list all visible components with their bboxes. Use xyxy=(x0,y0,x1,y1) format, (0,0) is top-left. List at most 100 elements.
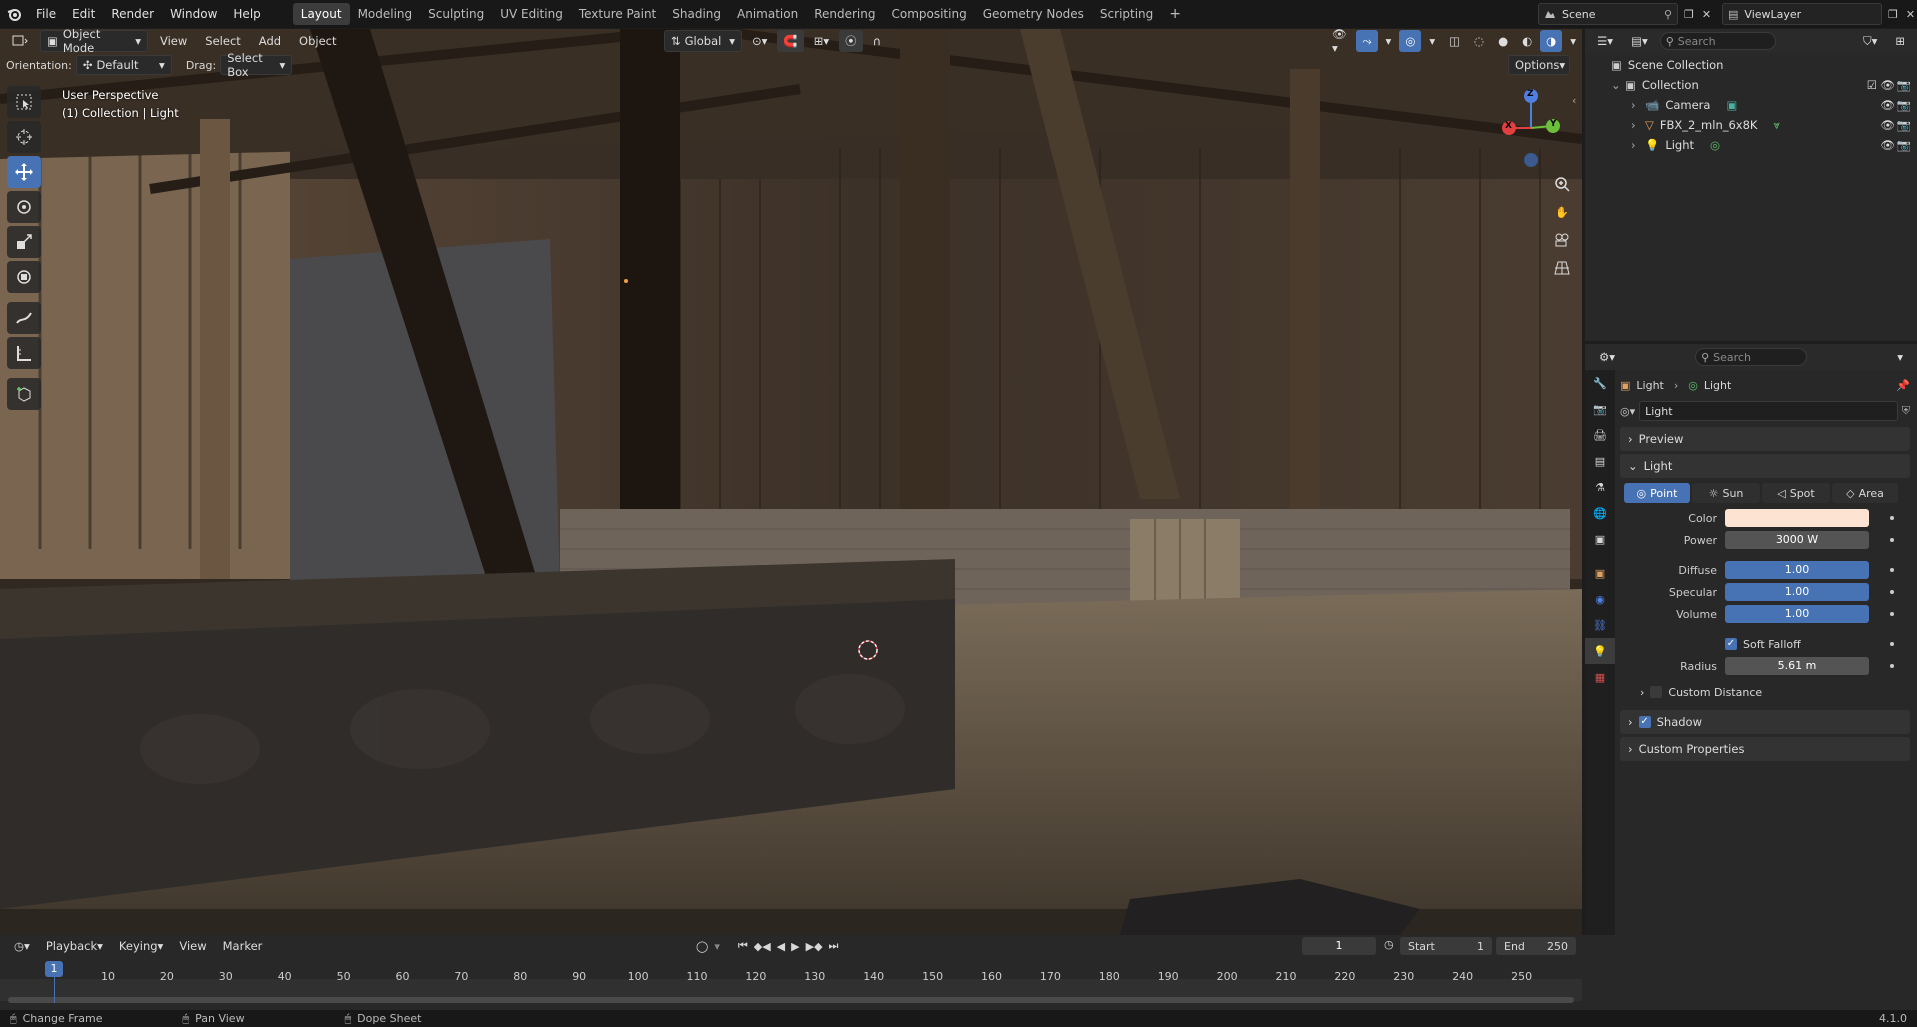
scale-tool[interactable] xyxy=(7,226,41,258)
auto-keying-icon[interactable]: ◯ xyxy=(696,940,708,953)
shading-dropdown-icon[interactable]: ▾ xyxy=(1564,30,1582,52)
menu-edit[interactable]: Edit xyxy=(64,0,103,28)
transform-tool[interactable] xyxy=(7,261,41,293)
custom-distance-subpanel[interactable]: › Custom Distance xyxy=(1620,677,1910,707)
playback-menu[interactable]: Playback ▾ xyxy=(40,935,109,957)
menu-select[interactable]: Select xyxy=(199,30,246,52)
timeline-view-menu[interactable]: View xyxy=(173,935,212,957)
marker-menu[interactable]: Marker xyxy=(217,935,269,957)
world-tab-icon[interactable]: 🌐 xyxy=(1585,500,1615,526)
pan-hand-icon[interactable]: ✋ xyxy=(1548,198,1576,226)
outliner-editor-type-icon[interactable]: ☰▾ xyxy=(1591,30,1619,52)
solid-shading-icon[interactable]: ● xyxy=(1492,30,1514,52)
outliner-search-input[interactable]: ⚲ Search xyxy=(1659,32,1776,50)
keyframe-dot-icon[interactable] xyxy=(1890,538,1894,542)
radius-field[interactable]: 5.61 m xyxy=(1725,657,1869,675)
light-panel-header[interactable]: ⌄ Light xyxy=(1620,454,1910,478)
chevron-down-icon[interactable]: ▾ xyxy=(714,940,720,953)
display-mode-icon[interactable]: ▤▾ xyxy=(1625,30,1654,52)
light-datablock-icon[interactable]: ◎▾ xyxy=(1620,405,1635,418)
light-type-area[interactable]: ◇ Area xyxy=(1832,483,1898,503)
move-tool[interactable] xyxy=(7,156,41,188)
power-field[interactable]: 3000 W xyxy=(1725,531,1869,549)
soft-falloff-checkbox[interactable]: ✓ xyxy=(1725,638,1737,650)
add-cube-tool[interactable] xyxy=(7,378,41,410)
playhead-marker[interactable]: 1 xyxy=(45,961,63,977)
proportional-editing-icon[interactable]: ⦿ xyxy=(839,30,863,52)
3d-viewport[interactable] xyxy=(0,29,1582,935)
keying-menu[interactable]: Keying ▾ xyxy=(113,935,169,957)
tab-geometry-nodes[interactable]: Geometry Nodes xyxy=(975,3,1092,25)
menu-object[interactable]: Object xyxy=(293,30,342,52)
menu-view[interactable]: View xyxy=(154,30,193,52)
new-scene-icon[interactable]: ❐ xyxy=(1684,8,1694,21)
perspective-toggle-icon[interactable] xyxy=(1548,254,1576,282)
filter-icon[interactable]: ⛉▾ xyxy=(1857,30,1883,52)
shadow-checkbox[interactable]: ✓ xyxy=(1638,716,1651,728)
timeline-scrollbar[interactable] xyxy=(8,997,1574,1003)
play-icon[interactable]: ▶ xyxy=(791,940,799,953)
sidebar-toggle-icon[interactable]: ‹ xyxy=(1572,94,1576,107)
tab-uv-editing[interactable]: UV Editing xyxy=(492,3,571,25)
custom-distance-checkbox[interactable] xyxy=(1650,686,1663,698)
add-workspace-button[interactable]: + xyxy=(1161,3,1189,25)
measure-tool[interactable] xyxy=(7,337,41,369)
visibility-icon[interactable]: 👁▾ xyxy=(1326,27,1354,55)
rendered-shading-icon[interactable]: ◑ xyxy=(1540,30,1563,52)
outliner-item-camera[interactable]: › 📹 Camera ▣ 👁 📷 xyxy=(1585,95,1917,115)
select-box-tool[interactable] xyxy=(7,86,41,118)
collection-tab-icon[interactable]: ▣ xyxy=(1585,526,1615,552)
menu-file[interactable]: File xyxy=(28,0,64,28)
blender-logo-icon[interactable] xyxy=(0,0,28,28)
timeline-editor-type-icon[interactable]: ◷▾ xyxy=(8,935,36,957)
keyframe-dot-icon[interactable] xyxy=(1890,590,1894,594)
scene-selector[interactable]: Scene ⚲ ❐ ✕ xyxy=(1538,3,1711,25)
light-type-spot[interactable]: ◁ Spot xyxy=(1762,483,1830,503)
properties-editor-type-icon[interactable]: ⚙▾ xyxy=(1593,346,1621,368)
keyframe-dot-icon[interactable] xyxy=(1890,516,1894,520)
drag-dropdown[interactable]: Select Box ▾ xyxy=(220,51,293,79)
chevron-down-icon[interactable]: ▾ xyxy=(1891,346,1909,368)
specular-slider[interactable]: 1.00 xyxy=(1725,583,1869,601)
color-swatch[interactable] xyxy=(1725,509,1869,527)
output-tab-icon[interactable]: 🖨 xyxy=(1585,422,1615,448)
play-reverse-icon[interactable]: ◀ xyxy=(777,940,785,953)
outliner-item-light[interactable]: › 💡 Light ◎ 👁 📷 xyxy=(1585,135,1917,155)
view-layer-selector[interactable]: ▤ ViewLayer ❐ ✕ xyxy=(1722,3,1915,25)
snap-icon[interactable]: 🧲 xyxy=(777,30,804,52)
transform-orientation-dropdown[interactable]: ⇅ Global ▾ xyxy=(664,30,742,52)
eye-icon[interactable]: 👁 xyxy=(1880,78,1895,92)
render-tab-icon[interactable]: 📷 xyxy=(1585,396,1615,422)
diffuse-slider[interactable]: 1.00 xyxy=(1725,561,1869,579)
outliner-scene-collection[interactable]: ▣ Scene Collection xyxy=(1585,55,1917,75)
tab-modeling[interactable]: Modeling xyxy=(350,3,421,25)
prev-keyframe-icon[interactable]: ◆◀ xyxy=(754,940,771,953)
navigation-gizmo[interactable]: Z X Y xyxy=(1494,84,1564,174)
tab-texture-paint[interactable]: Texture Paint xyxy=(571,3,664,25)
zoom-icon[interactable] xyxy=(1548,170,1576,198)
falloff-icon[interactable]: ∩ xyxy=(867,30,887,52)
orientation-dropdown[interactable]: ✣ Default ▾ xyxy=(75,55,172,75)
tab-rendering[interactable]: Rendering xyxy=(806,3,883,25)
light-datablock-field[interactable]: Light xyxy=(1639,401,1898,421)
delete-view-layer-icon[interactable]: ✕ xyxy=(1906,8,1915,21)
gizmo-toggle-icon[interactable]: ⤳ xyxy=(1356,30,1378,52)
clock-icon[interactable]: ◷ xyxy=(1384,938,1394,951)
xray-icon[interactable]: ◫ xyxy=(1443,30,1466,52)
custom-properties-panel-header[interactable]: › Custom Properties xyxy=(1620,737,1910,761)
light-type-point[interactable]: ◎ Point xyxy=(1624,483,1690,503)
menu-render[interactable]: Render xyxy=(103,0,162,28)
tab-animation[interactable]: Animation xyxy=(729,3,806,25)
shadow-panel-header[interactable]: › ✓ Shadow xyxy=(1620,710,1910,734)
camera-view-icon[interactable] xyxy=(1548,226,1576,254)
light-data-tab-icon[interactable]: 💡 xyxy=(1585,638,1615,664)
delete-scene-icon[interactable]: ✕ xyxy=(1702,8,1711,21)
tab-compositing[interactable]: Compositing xyxy=(883,3,974,25)
constraints-tab-icon[interactable]: ⛓ xyxy=(1585,612,1615,638)
properties-search-input[interactable]: ⚲ Search xyxy=(1695,348,1808,366)
camera-render-icon[interactable]: 📷 xyxy=(1897,138,1911,152)
outliner-collection[interactable]: ⌄ ▣ Collection ☑ 👁 📷 xyxy=(1585,75,1917,95)
fake-user-shield-icon[interactable]: ⛨ xyxy=(1902,404,1910,418)
start-frame-field[interactable]: Start 1 xyxy=(1400,937,1492,955)
pin-icon[interactable]: ⚲ xyxy=(1664,8,1672,21)
